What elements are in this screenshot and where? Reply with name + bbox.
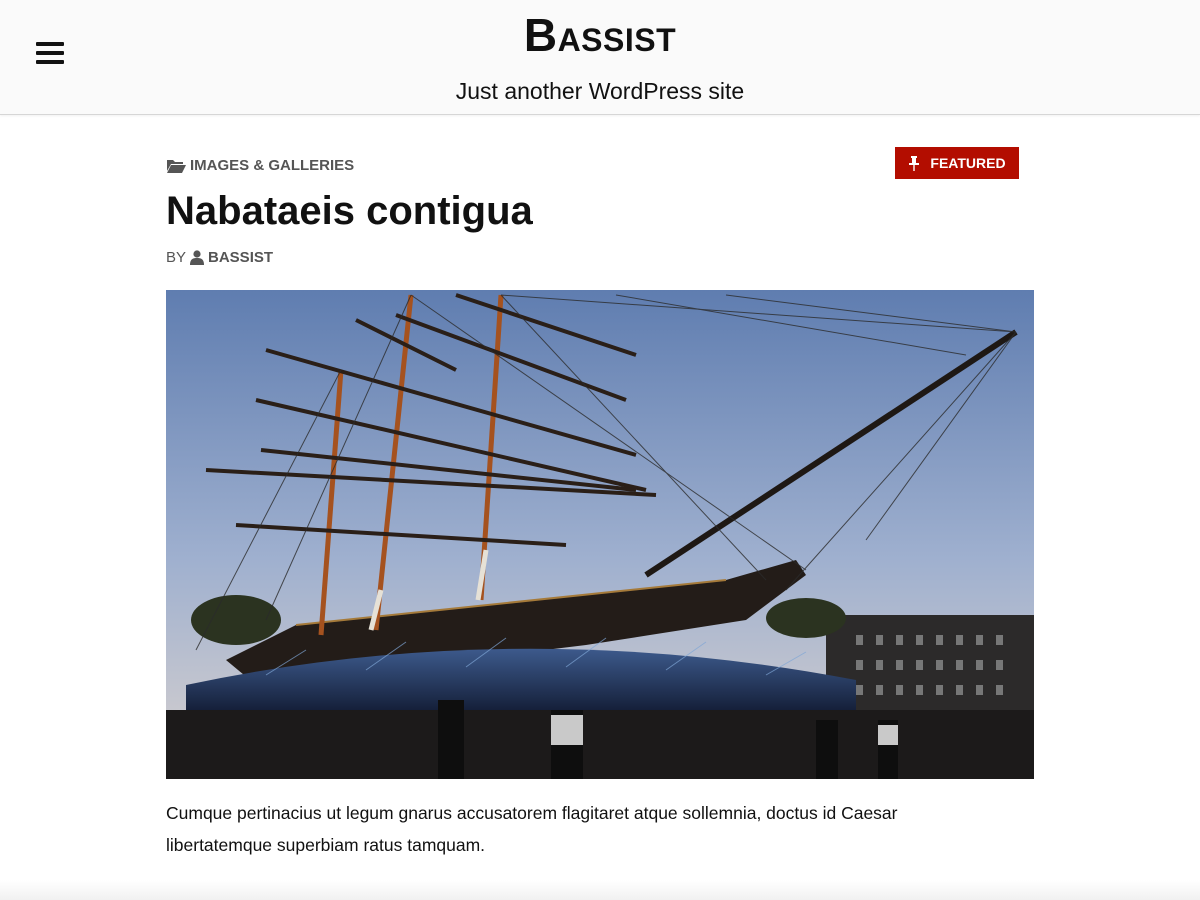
byline-prefix: By (166, 249, 187, 266)
pushpin-icon (909, 155, 920, 171)
featured-image[interactable] (166, 290, 1034, 779)
featured-label: Featured (930, 155, 1006, 171)
byline: By Bassist (166, 249, 1034, 266)
post-article: Images & Galleries Featured Nabataeis co… (166, 145, 1034, 861)
post-meta-row: Images & Galleries Featured (166, 145, 1034, 179)
featured-badge: Featured (895, 147, 1019, 179)
site-title[interactable]: Bassist (0, 8, 1200, 62)
post-excerpt: Cumque pertinacius ut legum gnarus accus… (166, 803, 898, 855)
site-description: Just another WordPress site (455, 78, 745, 104)
category-link[interactable]: Images & Galleries (166, 157, 354, 174)
post-title[interactable]: Nabataeis contigua (166, 187, 1034, 235)
author-link[interactable]: Bassist (208, 249, 273, 266)
category-label: Images & Galleries (190, 157, 355, 174)
bottom-fade (0, 880, 1200, 900)
site-header: Bassist Just another WordPress site (0, 0, 1200, 115)
folder-open-icon (167, 160, 186, 173)
user-icon (190, 250, 205, 265)
